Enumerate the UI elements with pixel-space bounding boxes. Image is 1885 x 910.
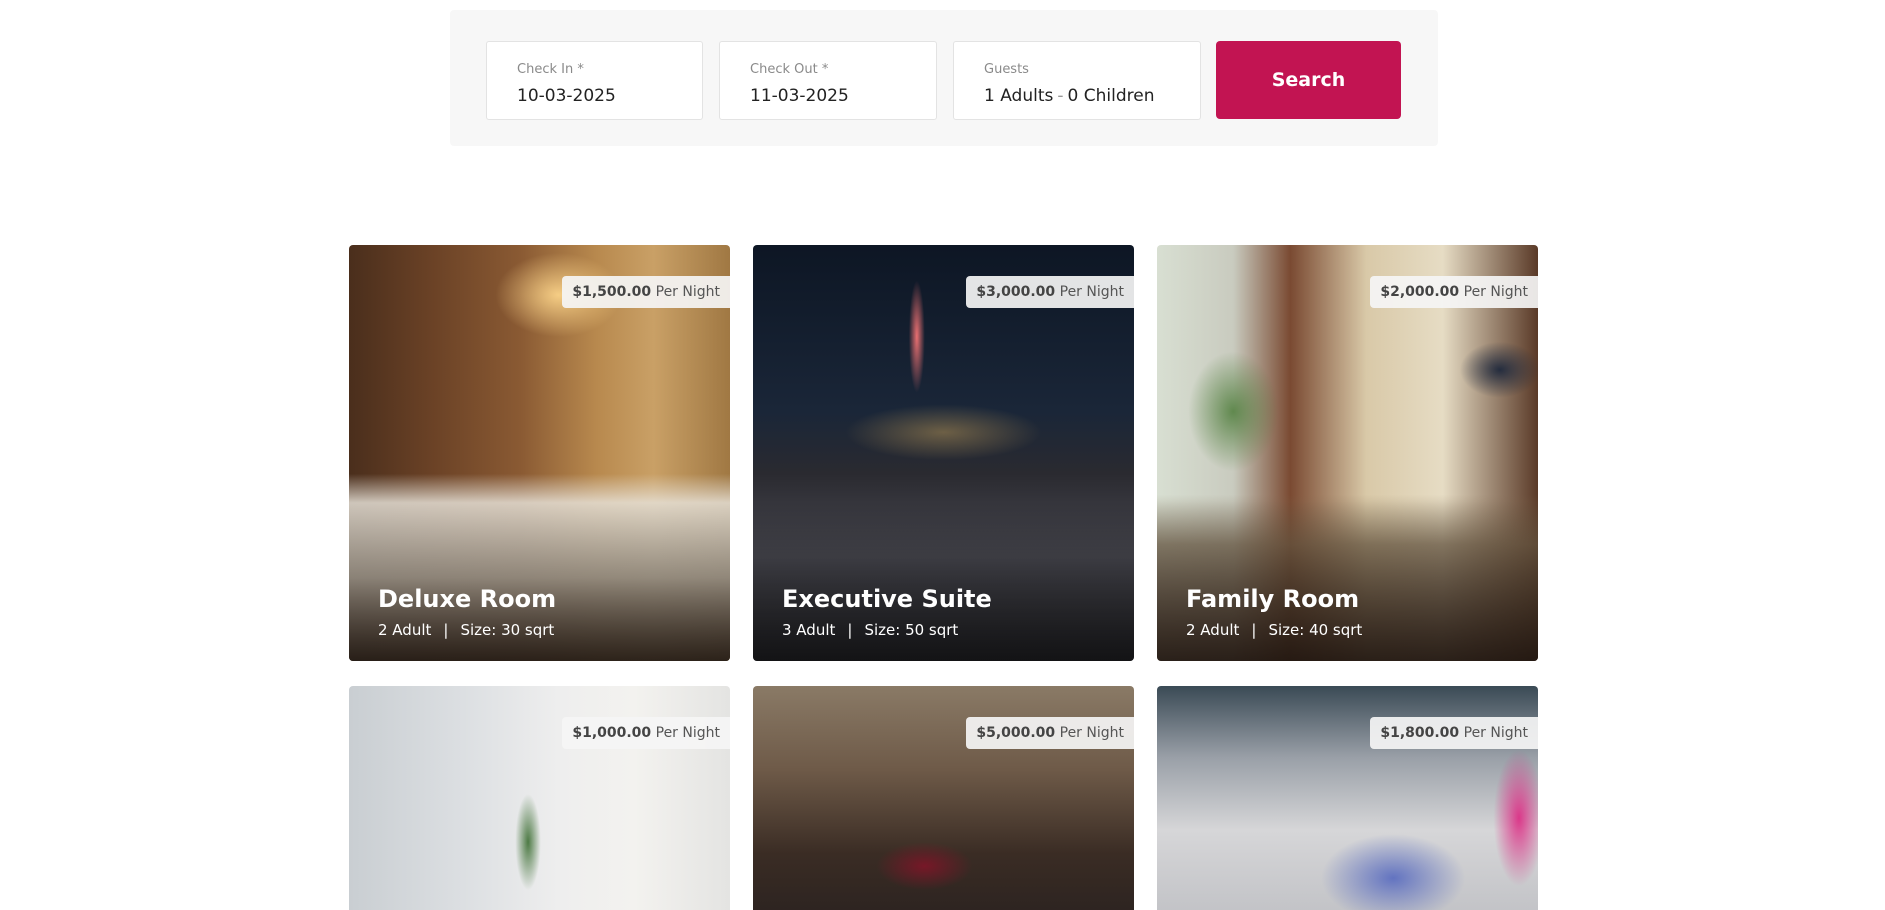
room-title[interactable]: Deluxe Room xyxy=(378,585,556,613)
room-card-executive[interactable]: $3,000.00 Per Night Executive Suite 3 Ad… xyxy=(753,245,1134,661)
check-out-field[interactable]: Check Out * 11-03-2025 xyxy=(719,41,937,120)
check-out-label: Check Out * xyxy=(750,62,829,77)
guests-adults: 1 Adults xyxy=(984,86,1054,106)
room-card[interactable]: $5,000.00 Per Night xyxy=(753,686,1134,910)
price-unit: Per Night xyxy=(655,284,720,300)
price-unit: Per Night xyxy=(1059,725,1124,741)
price-badge: $3,000.00 Per Night xyxy=(966,276,1134,308)
guests-value[interactable]: 1 Adults -0 Children xyxy=(984,86,1154,106)
meta-separator: | xyxy=(1251,621,1257,639)
price-badge: $1,800.00 Per Night xyxy=(1370,717,1538,749)
room-title[interactable]: Family Room xyxy=(1186,585,1359,613)
price-amount: $2,000.00 xyxy=(1380,284,1460,300)
price-unit: Per Night xyxy=(1059,284,1124,300)
room-meta: 3 Adult | Size: 50 sqrt xyxy=(782,621,958,639)
room-meta: 2 Adult | Size: 30 sqrt xyxy=(378,621,554,639)
room-card-family[interactable]: $2,000.00 Per Night Family Room 2 Adult |… xyxy=(1157,245,1538,661)
guests-label: Guests xyxy=(984,62,1029,77)
room-guests: 2 Adult xyxy=(378,621,432,639)
price-amount: $3,000.00 xyxy=(976,284,1056,300)
meta-separator: | xyxy=(443,621,449,639)
room-size: Size: 30 sqrt xyxy=(460,621,555,639)
search-button[interactable]: Search xyxy=(1216,41,1401,119)
price-badge: $5,000.00 Per Night xyxy=(966,717,1134,749)
room-guests: 2 Adult xyxy=(1186,621,1240,639)
page: Check In * 10-03-2025 Check Out * 11-03-… xyxy=(0,0,1885,910)
room-size: Size: 50 sqrt xyxy=(864,621,959,639)
price-amount: $1,500.00 xyxy=(572,284,652,300)
room-meta: 2 Adult | Size: 40 sqrt xyxy=(1186,621,1362,639)
guests-separator: - xyxy=(1057,86,1064,106)
guests-field[interactable]: Guests 1 Adults -0 Children xyxy=(953,41,1201,120)
room-card[interactable]: $1,000.00 Per Night xyxy=(349,686,730,910)
room-size: Size: 40 sqrt xyxy=(1268,621,1363,639)
booking-search-bar: Check In * 10-03-2025 Check Out * 11-03-… xyxy=(450,10,1438,146)
price-unit: Per Night xyxy=(1463,725,1528,741)
price-badge: $2,000.00 Per Night xyxy=(1370,276,1538,308)
check-in-field[interactable]: Check In * 10-03-2025 xyxy=(486,41,703,120)
price-unit: Per Night xyxy=(655,725,720,741)
price-unit: Per Night xyxy=(1463,284,1528,300)
check-in-value[interactable]: 10-03-2025 xyxy=(517,86,616,106)
guests-children: 0 Children xyxy=(1067,86,1155,106)
room-card-deluxe[interactable]: $1,500.00 Per Night Deluxe Room 2 Adult |… xyxy=(349,245,730,661)
room-guests: 3 Adult xyxy=(782,621,836,639)
check-in-label: Check In * xyxy=(517,62,584,77)
price-amount: $1,000.00 xyxy=(572,725,652,741)
price-amount: $1,800.00 xyxy=(1380,725,1460,741)
meta-separator: | xyxy=(847,621,853,639)
price-badge: $1,500.00 Per Night xyxy=(562,276,730,308)
room-card[interactable]: $1,800.00 Per Night xyxy=(1157,686,1538,910)
check-out-value[interactable]: 11-03-2025 xyxy=(750,86,849,106)
price-amount: $5,000.00 xyxy=(976,725,1056,741)
price-badge: $1,000.00 Per Night xyxy=(562,717,730,749)
room-title[interactable]: Executive Suite xyxy=(782,585,992,613)
